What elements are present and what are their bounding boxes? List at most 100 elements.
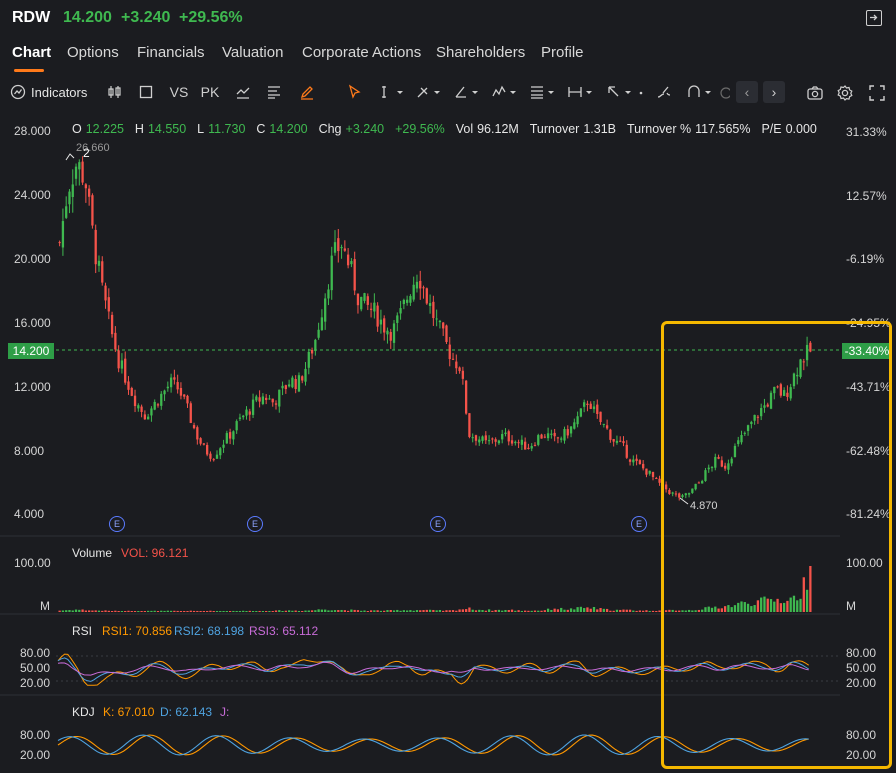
volume-bar [399,610,402,612]
candle-body [592,406,596,410]
volume-bar [215,611,219,612]
price-axis-label: 16.000 [14,316,51,330]
candle-body [805,344,809,361]
candle-body [110,314,114,335]
volume-bar [396,609,399,612]
volume-bar [91,610,94,612]
volume-bar [743,602,746,612]
volume-bar [284,610,287,612]
candle-body [487,440,491,442]
pct-axis-label: -24.95% [846,316,891,330]
candle-body [779,384,783,396]
volume-bar [166,610,169,612]
volume-bar [710,607,714,612]
candle-body [497,440,501,444]
candle-body [714,456,717,468]
candle-body [461,370,465,379]
volume-bar [546,608,550,612]
volume-bar [117,611,120,612]
earnings-marker[interactable]: E [430,516,446,532]
volume-bar [645,610,648,612]
volume-bar [691,610,694,612]
volume-bar [114,610,117,612]
earnings-marker[interactable]: E [247,516,263,532]
volume-bar [389,610,392,612]
candle-body [671,492,674,494]
volume-bar [530,610,533,612]
volume-bar [137,611,140,612]
candle-body [363,293,366,301]
candle-body [451,358,455,360]
rsi-axis-label-right: 50.00 [846,661,877,675]
volume-bar [776,598,779,612]
high-marker-count: 2 [83,146,90,160]
candle-body [274,403,278,405]
volume-bar [58,610,61,612]
candle-body [455,361,458,369]
volume-bar [386,610,389,612]
candle-body [212,459,215,461]
volume-bar [422,610,425,612]
candle-body [530,446,533,449]
volume-bar [235,611,238,612]
candle-body [543,436,546,438]
candle-body [733,445,737,457]
volume-bar [481,610,484,612]
rsi-axis-label: 50.00 [20,661,51,675]
volume-bar [402,610,406,612]
volume-bar [147,610,150,612]
candle-body [360,296,363,310]
candle-body [373,302,376,312]
volume-bar [566,609,569,612]
candle-body [628,459,632,462]
volume-bar [186,611,189,612]
volume-bar [255,611,258,612]
candle-body [517,442,520,444]
volume-bar [301,611,304,612]
candle-body [432,301,435,319]
kdj-k-value: K: 67.010 [103,705,155,719]
volume-bar [583,608,586,612]
volume-bar [107,610,110,612]
candle-body [130,387,133,396]
volume-bar [455,610,458,612]
volume-bar [133,611,137,612]
volume-bar [327,610,330,612]
volume-bar [245,611,248,612]
price-axis-label: 4.000 [14,507,45,521]
volume-bar [635,610,638,612]
candle-body [681,495,684,497]
candle-body [796,374,799,377]
volume-bar [287,610,291,612]
volume-bar [81,609,84,612]
volume-bar [468,607,471,612]
candle-body [746,425,750,431]
candle-body [238,417,242,419]
candle-body [540,434,543,439]
volume-bar [694,610,697,612]
candle-body [222,444,225,448]
candle-body [537,435,540,445]
candle-body [369,308,373,310]
candle-body [169,377,173,388]
rsi-axis-label-right: 20.00 [846,676,877,690]
volume-bar [87,610,91,612]
candle-body [386,330,389,335]
earnings-marker[interactable]: E [109,516,125,532]
volume-bar [130,611,133,612]
volume-bar [297,610,301,612]
candle-body [327,289,330,299]
volume-bar [265,611,268,612]
price-chart[interactable] [0,0,896,773]
candle-body [340,246,343,249]
earnings-marker[interactable]: E [631,516,647,532]
volume-bar [782,602,786,612]
volume-bar [779,603,783,612]
candle-body [789,387,792,399]
volume-bar [101,610,104,612]
pct-axis-label: -6.19% [846,252,885,266]
candle-body [419,280,422,289]
candle-body [124,358,127,383]
volume-bar [766,598,769,612]
volume-bar [642,610,645,612]
